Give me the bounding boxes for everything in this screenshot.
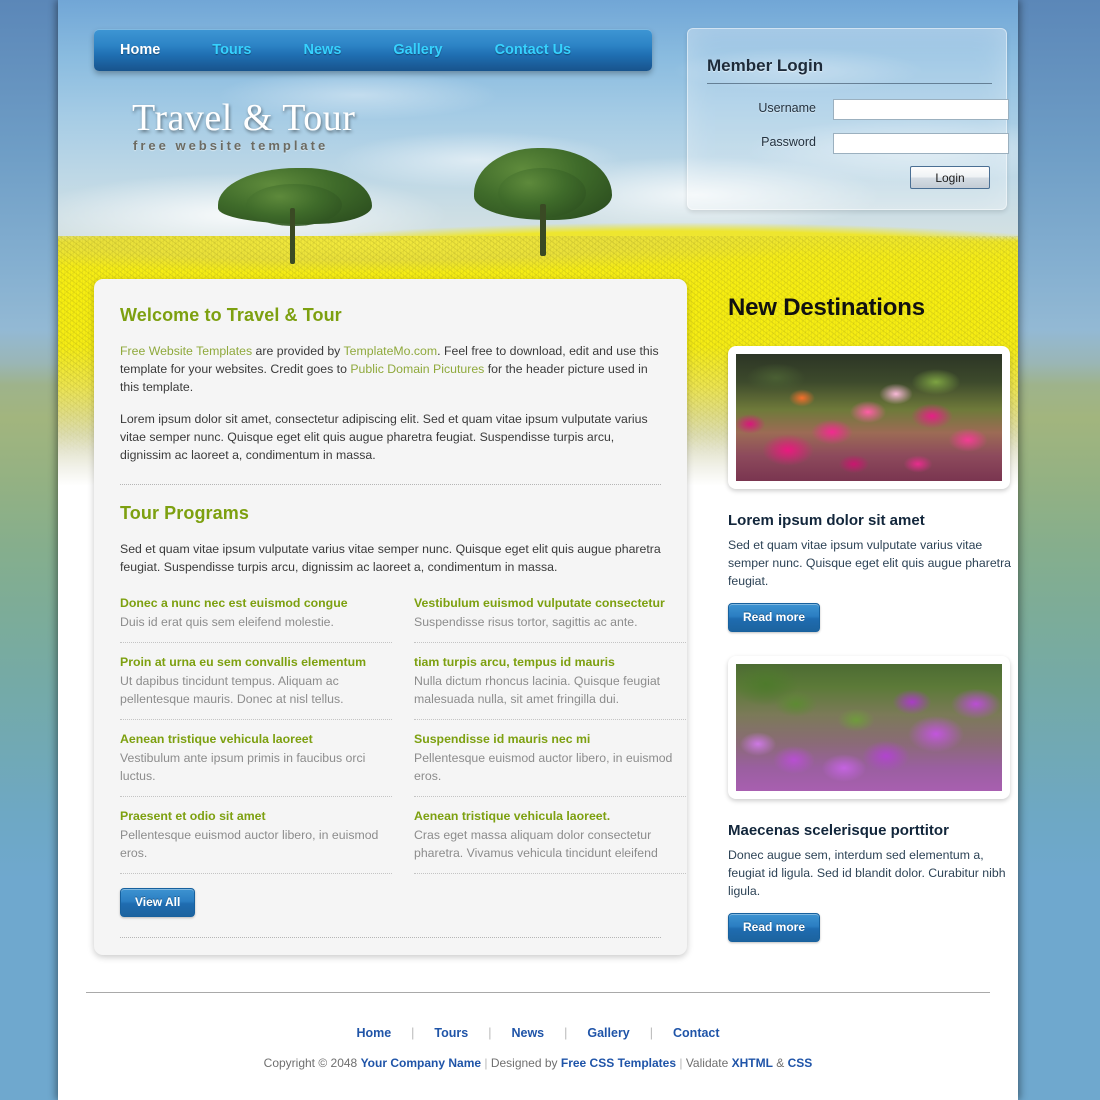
destination-title: Lorem ipsum dolor sit amet	[728, 512, 925, 529]
footer-copyright: Copyright © 2048 Your Company Name | Des…	[58, 1056, 1018, 1070]
password-label: Password	[761, 135, 816, 149]
banner-subtitle: free website template	[133, 138, 329, 153]
tour-program-desc: Pellentesque euismod auctor libero, in e…	[414, 751, 673, 783]
view-all-wrapper: View All	[120, 888, 661, 917]
link-public-domain-pictures[interactable]: Public Domain Picutures	[350, 362, 484, 376]
nav-item-news[interactable]: News	[278, 29, 368, 71]
nav-item-tours[interactable]: Tours	[186, 29, 277, 71]
destination-description: Sed et quam vitae ipsum vulputate varius…	[728, 538, 1012, 588]
tour-program-title[interactable]: Aenean tristique vehicula laoreet.	[414, 809, 686, 823]
footer-navigation: Home | Tours | News | Gallery | Contact	[58, 1026, 1018, 1040]
designed-by-prefix: Designed by	[487, 1056, 561, 1070]
footer-nav-gallery[interactable]: Gallery	[567, 1026, 649, 1040]
tour-program-item[interactable]: Aenean tristique vehicula laoreet Vestib…	[120, 732, 392, 797]
tour-program-title[interactable]: Proin at urna eu sem convallis elementum	[120, 655, 392, 669]
content-divider-1	[120, 484, 661, 485]
tour-program-item[interactable]: Suspendisse id mauris nec mi Pellentesqu…	[414, 732, 686, 797]
tree-left-icon	[210, 168, 380, 264]
main-navigation: Home Tours News Gallery Contact Us	[94, 29, 652, 71]
footer-nav-news[interactable]: News	[491, 1026, 564, 1040]
destination-title: Maecenas scelerisque porttitor	[728, 822, 949, 839]
tour-program-item[interactable]: tiam turpis arcu, tempus id mauris Nulla…	[414, 655, 686, 720]
password-row: Password	[707, 133, 1009, 155]
main-content-panel: Welcome to Travel & Tour Free Website Te…	[94, 279, 687, 955]
new-destinations-sidebar: New Destinations Lorem ipsum dolor sit a…	[728, 294, 1018, 964]
banner-title: Travel & Tour	[132, 97, 356, 139]
login-title-divider	[707, 83, 992, 84]
footer-nav-home[interactable]: Home	[336, 1026, 411, 1040]
member-login-panel: Member Login Username Password Login	[687, 28, 1009, 210]
tour-programs-heading: Tour Programs	[120, 503, 249, 523]
tour-program-title[interactable]: tiam turpis arcu, tempus id mauris	[414, 655, 686, 669]
destination-card: Lorem ipsum dolor sit amet Sed et quam v…	[728, 346, 1018, 632]
nav-item-contact-us[interactable]: Contact Us	[469, 29, 598, 71]
validate-amp: &	[772, 1056, 788, 1070]
view-all-button[interactable]: View All	[120, 888, 196, 917]
read-more-button[interactable]: Read more	[728, 913, 821, 942]
member-login-title: Member Login	[707, 56, 824, 75]
validate-prefix: Validate	[682, 1056, 732, 1070]
tour-program-desc: Pellentesque euismod auctor libero, in e…	[120, 828, 379, 860]
welcome-p1-mid1: are provided by	[252, 344, 344, 358]
read-more-button[interactable]: Read more	[728, 603, 821, 632]
tour-program-title[interactable]: Suspendisse id mauris nec mi	[414, 732, 686, 746]
tour-program-desc: Vestibulum ante ipsum primis in faucibus…	[120, 751, 366, 783]
welcome-paragraph-2: Lorem ipsum dolor sit amet, consectetur …	[120, 412, 648, 462]
tour-program-item[interactable]: Donec a nunc nec est euismod congue Duis…	[120, 596, 392, 643]
footer-nav-contact[interactable]: Contact	[653, 1026, 740, 1040]
destination-card: Maecenas scelerisque porttitor Donec aug…	[728, 656, 1018, 942]
validate-css-link[interactable]: CSS	[788, 1056, 813, 1070]
link-free-website-templates[interactable]: Free Website Templates	[120, 344, 252, 358]
destination-thumbnail-frame[interactable]	[728, 346, 1010, 489]
tour-program-title[interactable]: Aenean tristique vehicula laoreet	[120, 732, 392, 746]
nav-item-gallery[interactable]: Gallery	[367, 29, 468, 71]
link-templatemo[interactable]: TemplateMo.com	[344, 344, 438, 358]
tour-program-item[interactable]: Aenean tristique vehicula laoreet. Cras …	[414, 809, 686, 874]
destination-thumbnail-frame[interactable]	[728, 656, 1010, 799]
tree-right-icon	[468, 148, 618, 256]
footer-nav-tours[interactable]: Tours	[414, 1026, 488, 1040]
copyright-prefix: Copyright © 2048	[263, 1056, 361, 1070]
tour-program-desc: Duis id erat quis sem eleifend molestie.	[120, 615, 334, 629]
purple-bougainvillea-photo	[736, 664, 1002, 791]
tour-program-desc: Cras eget massa aliquam dolor consectetu…	[414, 828, 658, 860]
login-button[interactable]: Login	[910, 166, 990, 189]
nav-item-home[interactable]: Home	[94, 29, 186, 71]
username-label: Username	[758, 101, 816, 115]
page-container: Home Tours News Gallery Contact Us Trave…	[58, 0, 1018, 1100]
tour-program-desc: Suspendisse risus tortor, sagittis ac an…	[414, 615, 638, 629]
tour-program-title[interactable]: Donec a nunc nec est euismod congue	[120, 596, 392, 610]
username-input[interactable]	[833, 99, 1009, 120]
tour-program-desc: Nulla dictum rhoncus lacinia. Quisque fe…	[414, 674, 661, 706]
username-row: Username	[707, 99, 1009, 121]
tour-program-title[interactable]: Vestibulum euismod vulputate consectetur	[414, 596, 686, 610]
tour-program-item[interactable]: Praesent et odio sit amet Pellentesque e…	[120, 809, 392, 874]
tour-program-title[interactable]: Praesent et odio sit amet	[120, 809, 392, 823]
designer-link[interactable]: Free CSS Templates	[561, 1056, 676, 1070]
welcome-heading: Welcome to Travel & Tour	[120, 305, 342, 325]
validate-xhtml-link[interactable]: XHTML	[732, 1056, 773, 1070]
tour-program-item[interactable]: Proin at urna eu sem convallis elementum…	[120, 655, 392, 720]
tour-program-item[interactable]: Vestibulum euismod vulputate consectetur…	[414, 596, 686, 643]
tour-program-desc: Ut dapibus tincidunt tempus. Aliquam ac …	[120, 674, 344, 706]
content-divider-2	[120, 937, 661, 938]
footer-divider	[86, 992, 990, 993]
company-name-link[interactable]: Your Company Name	[361, 1056, 481, 1070]
welcome-paragraph-1: Free Website Templates are provided by T…	[120, 342, 661, 396]
destination-description: Donec augue sem, interdum sed elementum …	[728, 848, 1006, 898]
pink-bougainvillea-photo	[736, 354, 1002, 481]
tour-programs-grid: Donec a nunc nec est euismod congue Duis…	[120, 596, 686, 886]
new-destinations-heading: New Destinations	[728, 294, 925, 321]
password-input[interactable]	[833, 133, 1009, 154]
tour-programs-intro: Sed et quam vitae ipsum vulputate varius…	[120, 542, 661, 574]
